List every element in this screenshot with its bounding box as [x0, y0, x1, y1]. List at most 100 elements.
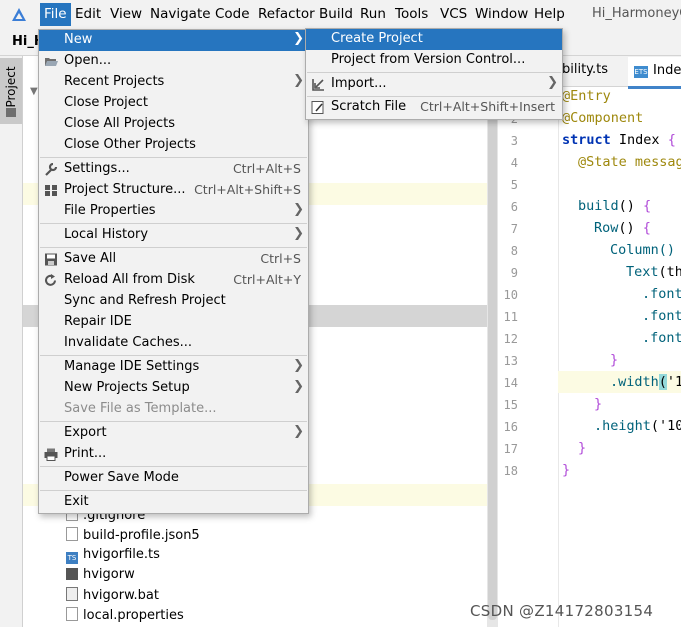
menu-separator: [40, 247, 307, 248]
menu-item-recent-projects[interactable]: Recent Projects ❯: [39, 72, 308, 93]
tree-item-label: hvigorfile.ts: [83, 547, 160, 562]
project-structure-icon: [45, 185, 57, 196]
chevron-right-icon: ❯: [293, 358, 304, 373]
menu-vcs[interactable]: VCS: [440, 6, 467, 22]
menu-item-create-project[interactable]: Create Project: [306, 29, 562, 50]
menu-item-print[interactable]: Print...: [39, 444, 308, 465]
menu-item-scratch-file[interactable]: Scratch File Ctrl+Alt+Shift+Insert: [306, 97, 562, 118]
line-number: 12: [503, 332, 518, 346]
tree-scrollbar-thumb[interactable]: [488, 60, 497, 620]
line-number: 15: [503, 398, 518, 412]
menu-item-local-history[interactable]: Local History ❯: [39, 225, 308, 246]
menu-run[interactable]: Run: [360, 6, 386, 22]
chevron-right-icon: ❯: [293, 379, 304, 394]
menu-separator: [40, 157, 307, 158]
scratch-file-icon: [311, 101, 324, 114]
tree-item-hvigorfile[interactable]: TS hvigorfile.ts: [66, 547, 160, 567]
menu-item-reload-all[interactable]: Reload All from Disk Ctrl+Alt+Y: [39, 270, 308, 291]
menu-item-project-structure[interactable]: Project Structure... Ctrl+Alt+Shift+S: [39, 180, 308, 201]
file-menu: New ❯ Open... Recent Projects ❯ Close Pr…: [38, 29, 309, 514]
line-number: 13: [503, 354, 518, 368]
menu-item-new-projects-setup[interactable]: New Projects Setup ❯: [39, 378, 308, 399]
menu-item-manage-ide-settings[interactable]: Manage IDE Settings ❯: [39, 357, 308, 378]
line-number: 16: [503, 420, 518, 434]
chevron-right-icon: ❯: [293, 31, 304, 46]
code-line: .width('1: [610, 374, 681, 390]
chevron-right-icon: ❯: [293, 73, 304, 88]
code-line: .height('10: [594, 418, 681, 434]
menu-item-save-all[interactable]: Save All Ctrl+S: [39, 249, 308, 270]
line-number: 4: [510, 156, 518, 170]
code-line: }: [578, 440, 587, 456]
menu-code[interactable]: Code: [215, 6, 250, 22]
code-line: .font: [642, 308, 681, 324]
tree-item-build-profile[interactable]: build-profile.json5: [66, 527, 200, 547]
chevron-right-icon: ❯: [547, 75, 558, 90]
menu-item-invalidate-caches[interactable]: Invalidate Caches...: [39, 333, 308, 354]
tree-item-label: hvigorw: [83, 567, 135, 582]
menu-item-exit[interactable]: Exit: [39, 492, 308, 513]
menu-item-close-all-projects[interactable]: Close All Projects: [39, 114, 308, 135]
menu-edit[interactable]: Edit: [75, 6, 101, 22]
watermark: CSDN @Z14172803154: [470, 602, 654, 620]
code-line: }: [562, 462, 571, 478]
code-line: build() {: [578, 198, 652, 214]
code-line: struct Index {: [562, 132, 676, 148]
code-line: Text(th: [626, 264, 681, 280]
typescript-file-icon: TS: [66, 552, 78, 564]
code-line: Row() {: [594, 220, 651, 236]
menu-help[interactable]: Help: [534, 6, 565, 22]
menu-separator: [307, 72, 561, 73]
line-number: 11: [503, 310, 518, 324]
menu-item-export[interactable]: Export ❯: [39, 423, 308, 444]
tree-item-label: hvigorw.bat: [83, 588, 159, 603]
menu-item-save-as-template: Save File as Template...: [64, 401, 217, 416]
menu-separator: [40, 355, 307, 356]
code-line: }: [594, 396, 603, 412]
line-number: 10: [503, 288, 518, 302]
menu-window[interactable]: Window: [475, 6, 528, 22]
code-line: }: [610, 352, 619, 368]
menu-file[interactable]: File: [40, 3, 71, 26]
tree-item-label: build-profile.json5: [83, 528, 200, 543]
tool-window-strip: [0, 56, 23, 627]
ets-file-icon: ETS: [634, 66, 648, 78]
line-number: 3: [510, 134, 518, 148]
menu-item-power-save-mode[interactable]: Power Save Mode: [39, 468, 308, 489]
tree-item-hvigorw[interactable]: hvigorw: [66, 567, 135, 587]
menu-build[interactable]: Build: [319, 6, 353, 22]
batch-file-icon: [66, 587, 78, 601]
line-number: 7: [510, 222, 518, 236]
print-icon: [44, 448, 58, 461]
import-icon: [312, 79, 324, 91]
wrench-icon: [45, 163, 58, 176]
reload-icon: [45, 274, 56, 286]
tree-item-local-properties[interactable]: local.properties: [66, 607, 184, 627]
menu-item-repair-ide[interactable]: Repair IDE: [39, 312, 308, 333]
code-line: Column(): [610, 242, 676, 258]
menu-navigate[interactable]: Navigate: [150, 6, 211, 22]
menu-item-settings[interactable]: Settings... Ctrl+Alt+S: [39, 159, 308, 180]
line-number: 8: [510, 244, 518, 258]
chevron-down-icon[interactable]: ▼: [30, 86, 38, 97]
menu-tools[interactable]: Tools: [395, 6, 428, 22]
tree-item-hvigorw-bat[interactable]: hvigorw.bat: [66, 587, 159, 607]
menu-item-file-properties[interactable]: File Properties ❯: [39, 201, 308, 222]
menu-item-project-from-vcs[interactable]: Project from Version Control...: [306, 50, 562, 71]
editor-tab-ability[interactable]: bility.ts: [562, 62, 608, 77]
menu-item-close-project[interactable]: Close Project: [39, 93, 308, 114]
menu-item-new[interactable]: New ❯: [39, 30, 308, 51]
save-icon: [45, 253, 57, 266]
code-editor[interactable]: @Entry @Component struct Index { @State …: [559, 86, 681, 627]
menu-item-open[interactable]: Open...: [39, 51, 308, 72]
tree-item-label: local.properties: [83, 608, 184, 623]
window-title: Hi_HarmoneyOS: [592, 6, 681, 21]
menu-item-close-other-projects[interactable]: Close Other Projects: [39, 135, 308, 156]
app-logo-icon[interactable]: [10, 6, 28, 24]
menu-view[interactable]: View: [110, 6, 142, 22]
code-line: .font: [642, 286, 681, 302]
menu-item-sync-refresh[interactable]: Sync and Refresh Project: [39, 291, 308, 312]
menu-item-import[interactable]: Import... ❯: [306, 74, 562, 95]
menu-separator: [40, 421, 307, 422]
menu-refactor[interactable]: Refactor: [258, 6, 315, 22]
